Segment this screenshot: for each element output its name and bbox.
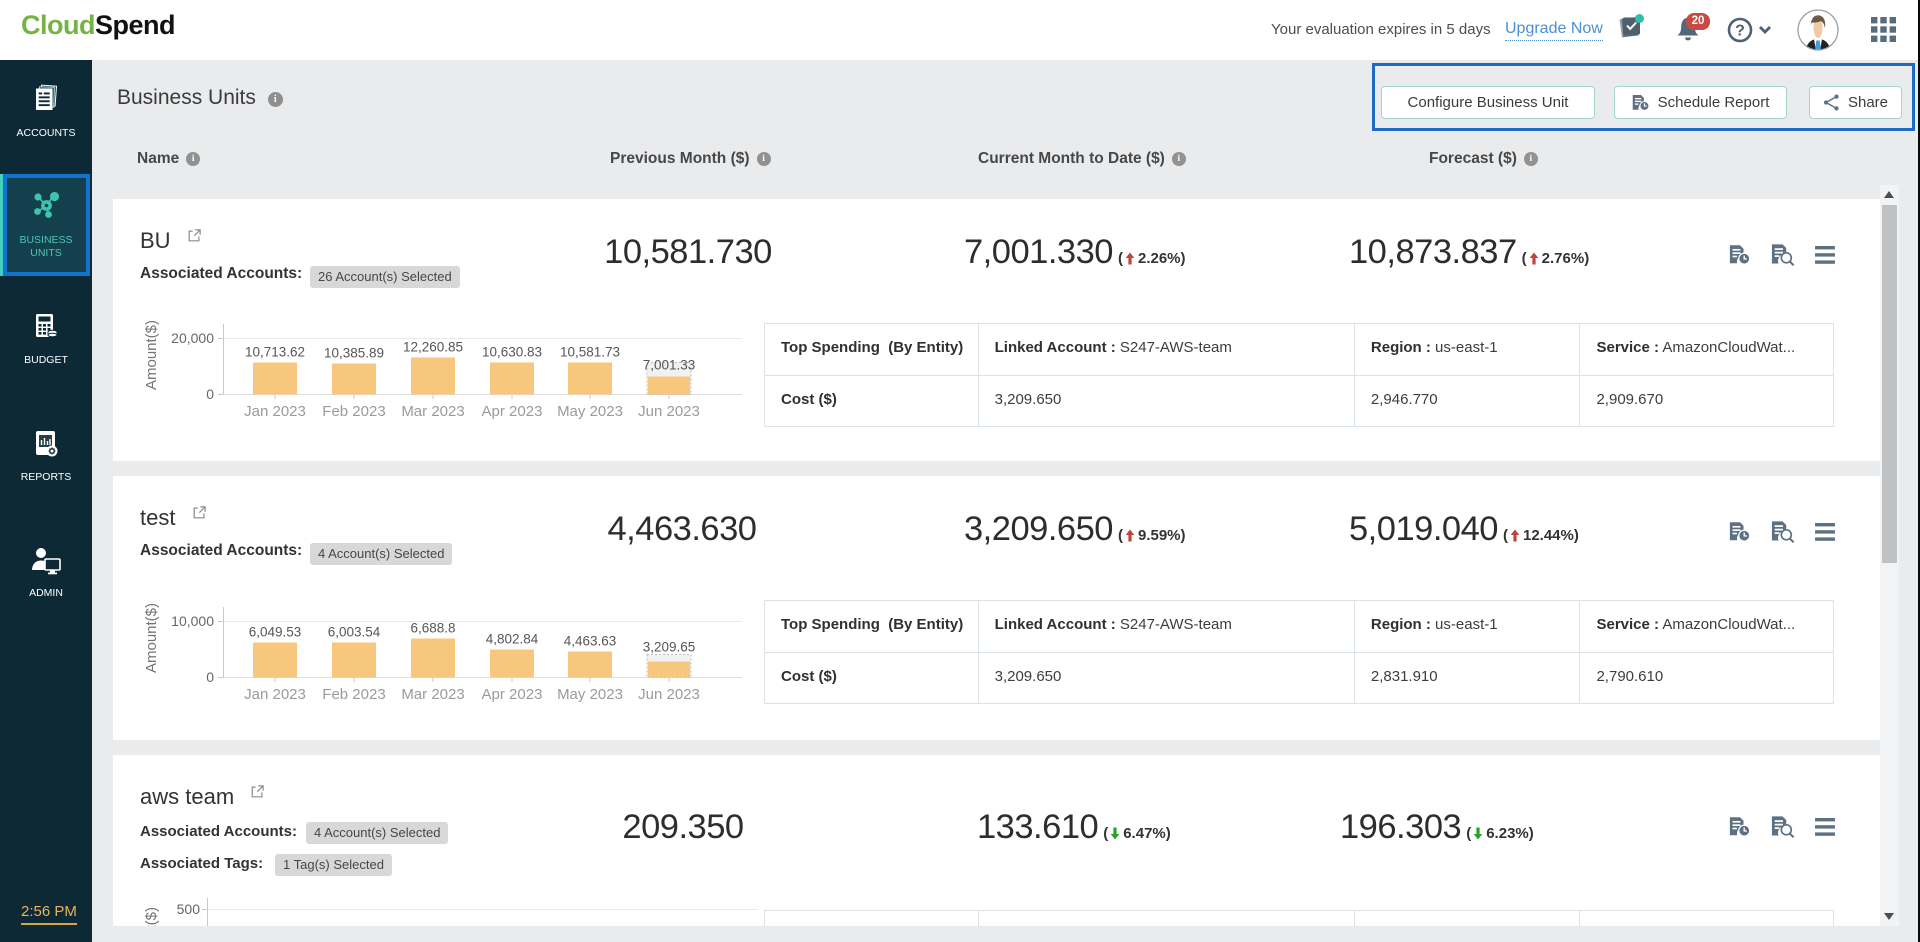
svg-text:Jun 2023: Jun 2023 [638, 403, 700, 420]
svg-text:12,260.85: 12,260.85 [403, 340, 463, 355]
svg-text:May 2023: May 2023 [557, 403, 623, 420]
svg-text:Mar 2023: Mar 2023 [401, 686, 464, 703]
svg-text:10,630.83: 10,630.83 [482, 345, 542, 360]
svg-text:Jan 2023: Jan 2023 [244, 686, 306, 703]
svg-text:10,385.89: 10,385.89 [324, 346, 384, 361]
svg-text:Feb 2023: Feb 2023 [322, 686, 385, 703]
svg-text:Amount($): Amount($) [143, 907, 160, 926]
svg-text:Jan 2023: Jan 2023 [244, 403, 306, 420]
svg-text:0: 0 [206, 386, 214, 402]
svg-text:Mar 2023: Mar 2023 [401, 403, 464, 420]
svg-text:4,802.84: 4,802.84 [486, 632, 539, 647]
svg-text:500: 500 [177, 901, 201, 917]
svg-text:Feb 2023: Feb 2023 [322, 403, 385, 420]
svg-text:7,001.33: 7,001.33 [643, 358, 696, 373]
svg-text:0: 0 [206, 669, 214, 685]
svg-text:Apr 2023: Apr 2023 [482, 686, 543, 703]
svg-text:20,000: 20,000 [171, 330, 214, 346]
svg-text:3,209.65: 3,209.65 [643, 640, 696, 655]
svg-text:?: ? [1735, 23, 1745, 40]
svg-text:Apr 2023: Apr 2023 [482, 403, 543, 420]
svg-text:Amount($): Amount($) [143, 603, 160, 673]
svg-text:6,049.53: 6,049.53 [249, 625, 302, 640]
svg-text:4,463.63: 4,463.63 [564, 634, 617, 649]
svg-text:Jun 2023: Jun 2023 [638, 686, 700, 703]
svg-text:Amount($): Amount($) [143, 320, 160, 390]
svg-text:May 2023: May 2023 [557, 686, 623, 703]
svg-text:10,713.62: 10,713.62 [245, 345, 305, 360]
svg-text:10,000: 10,000 [171, 613, 214, 629]
svg-text:6,003.54: 6,003.54 [328, 625, 381, 640]
svg-text:10,581.73: 10,581.73 [560, 345, 620, 360]
svg-text:6,688.8: 6,688.8 [410, 621, 455, 636]
